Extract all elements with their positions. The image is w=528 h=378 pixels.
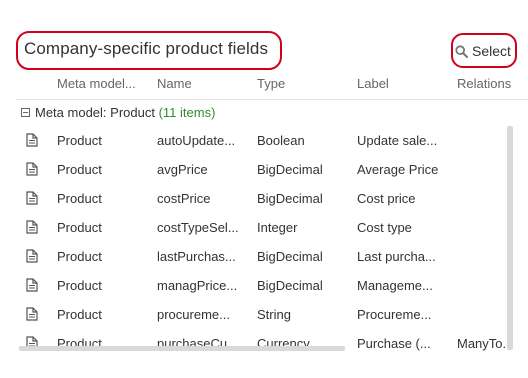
table-row[interactable]: Product avgPrice BigDecimal Average Price xyxy=(16,155,528,184)
grid-rows: Product autoUpdate... Boolean Update sale..… xyxy=(16,126,528,352)
cell-label: Update sale... xyxy=(357,133,438,148)
cell-label: Procureme... xyxy=(357,307,432,322)
grid-header: Meta model... Name Type Label Relations xyxy=(16,68,528,100)
cell-meta-model: Product xyxy=(57,278,102,293)
vertical-scrollbar[interactable] xyxy=(507,126,513,350)
column-header-meta-model[interactable]: Meta model... xyxy=(57,76,136,91)
cell-meta-model: Product xyxy=(57,162,102,177)
cell-type: BigDecimal xyxy=(257,191,323,206)
column-header-relations[interactable]: Relations xyxy=(457,76,511,91)
cell-relations: ManyTo... xyxy=(457,336,514,351)
select-button[interactable]: Select xyxy=(455,41,511,61)
cell-type: Boolean xyxy=(257,133,305,148)
table-row[interactable]: Product autoUpdate... Boolean Update sale..… xyxy=(16,126,528,155)
cell-name: procureme... xyxy=(157,307,230,322)
cell-type: Integer xyxy=(257,220,298,235)
cell-name: costPrice xyxy=(157,191,211,206)
column-header-label[interactable]: Label xyxy=(357,76,389,91)
cell-type: String xyxy=(257,307,291,322)
cell-label: Last purcha... xyxy=(357,249,436,264)
column-header-type[interactable]: Type xyxy=(257,76,285,91)
table-row[interactable]: Product managPrice... BigDecimal Manageme..… xyxy=(16,271,528,300)
cell-type: BigDecimal xyxy=(257,278,323,293)
cell-name: managPrice... xyxy=(157,278,238,293)
group-label: Meta model: Product (11 items) xyxy=(35,105,216,120)
cell-label: Cost price xyxy=(357,191,416,206)
select-label: Select xyxy=(472,43,511,59)
cell-meta-model: Product xyxy=(57,220,102,235)
document-icon xyxy=(26,307,38,326)
table-row[interactable]: Product lastPurchas... BigDecimal Last purc… xyxy=(16,242,528,271)
cell-meta-model: Product xyxy=(57,133,102,148)
cell-label: Cost type xyxy=(357,220,412,235)
table-row[interactable]: Product procureme... String Procureme... xyxy=(16,300,528,329)
document-icon xyxy=(26,162,38,181)
horizontal-scrollbar[interactable] xyxy=(19,346,345,351)
cell-name: autoUpdate... xyxy=(157,133,236,148)
cell-name: costTypeSel... xyxy=(157,220,239,235)
fields-grid: Meta model... Name Type Label Relations … xyxy=(16,68,528,352)
document-icon xyxy=(26,278,38,297)
column-header-name[interactable]: Name xyxy=(157,76,192,91)
search-icon xyxy=(455,44,468,58)
cell-label: Manageme... xyxy=(357,278,433,293)
cell-meta-model: Product xyxy=(57,307,102,322)
cell-name: lastPurchas... xyxy=(157,249,236,264)
cell-meta-model: Product xyxy=(57,191,102,206)
panel-title: Company-specific product fields xyxy=(24,39,269,58)
group-row: Meta model: Product (11 items) xyxy=(16,100,528,126)
document-icon xyxy=(26,133,38,152)
company-specific-fields-panel: Company-specific product fields Select M… xyxy=(0,0,528,378)
cell-label: Average Price xyxy=(357,162,439,177)
cell-label: Purchase (... xyxy=(357,336,431,351)
document-icon xyxy=(26,249,38,268)
cell-name: avgPrice xyxy=(157,162,208,177)
cell-meta-model: Product xyxy=(57,249,102,264)
table-row[interactable]: Product costPrice BigDecimal Cost price xyxy=(16,184,528,213)
cell-type: BigDecimal xyxy=(257,162,323,177)
group-count: (11 items) xyxy=(158,105,216,120)
collapse-minus-icon[interactable] xyxy=(21,108,30,117)
table-row[interactable]: Product costTypeSel... Integer Cost type xyxy=(16,213,528,242)
cell-type: BigDecimal xyxy=(257,249,323,264)
document-icon xyxy=(26,220,38,239)
document-icon xyxy=(26,191,38,210)
